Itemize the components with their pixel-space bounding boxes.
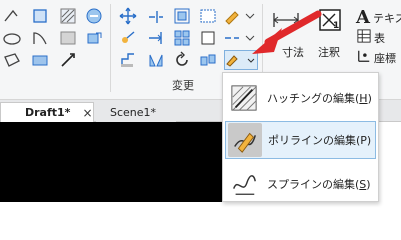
extend-icon[interactable] <box>146 28 166 48</box>
spline-edit-icon <box>227 167 261 201</box>
chevron-down-icon[interactable] <box>240 6 260 26</box>
ribbon-separator <box>110 4 111 92</box>
line-tool-icon[interactable] <box>2 6 22 26</box>
offset-icon[interactable] <box>172 6 192 26</box>
wipeout-icon[interactable] <box>84 28 104 48</box>
menu-item-edit-spline[interactable]: スプラインの編集(S) <box>225 165 376 203</box>
tab-draft1[interactable]: Draft1* × <box>0 102 94 122</box>
dimension-icon[interactable] <box>272 10 300 30</box>
table-icon[interactable] <box>356 28 372 44</box>
menu-item-label: ハッチングの編集(H) <box>267 92 372 105</box>
edit-object-dropdown-menu: ハッチングの編集(H) ポリラインの編集(P) スプラインの編集(S) <box>222 72 379 202</box>
drawing-canvas[interactable] <box>0 122 222 202</box>
array-icon[interactable] <box>172 28 192 48</box>
hatch-edit-icon <box>227 81 261 115</box>
fillet-icon[interactable] <box>198 6 218 26</box>
mirror-icon[interactable] <box>146 50 166 70</box>
polyline-edit-icon <box>228 123 262 157</box>
explode-icon[interactable] <box>198 50 218 70</box>
svg-text:A: A <box>355 7 371 25</box>
gradient-tool-icon[interactable] <box>58 28 78 48</box>
menu-item-label: ポリラインの編集(P) <box>268 134 372 147</box>
edit-object-dropdown-button[interactable] <box>224 50 258 70</box>
arc-tool-icon[interactable] <box>30 28 50 48</box>
svg-text:1: 1 <box>333 21 339 31</box>
annotation-label: 注釈 <box>318 46 340 59</box>
dimension-label: 寸法 <box>282 46 304 59</box>
close-icon[interactable]: × <box>82 106 92 120</box>
annotation-icon[interactable]: 1 <box>318 8 342 32</box>
circle-tool-icon[interactable] <box>2 28 22 48</box>
hatch-tool-icon[interactable] <box>58 6 78 26</box>
stretch-icon[interactable] <box>118 50 138 70</box>
table-tool-label[interactable]: 表 <box>374 30 385 46</box>
coordinate-icon[interactable] <box>356 48 372 64</box>
copy-icon[interactable] <box>118 28 138 48</box>
chevron-down-icon[interactable] <box>240 28 260 48</box>
tab-scene1[interactable]: Scene1* <box>96 102 176 122</box>
rectangle-tool-icon[interactable] <box>30 6 50 26</box>
menu-item-edit-hatch[interactable]: ハッチングの編集(H) <box>225 79 376 117</box>
tab-label: Scene1* <box>110 105 157 119</box>
rotate-icon[interactable] <box>172 50 192 70</box>
tab-label: Draft1* <box>25 106 71 119</box>
text-tool-label[interactable]: テキス <box>373 10 401 26</box>
scale-icon[interactable] <box>198 28 218 48</box>
break-icon[interactable] <box>222 28 242 48</box>
menu-item-label: スプラインの編集(S) <box>267 178 371 191</box>
text-icon[interactable]: A <box>354 6 374 26</box>
polyline-edit-icon <box>226 55 238 67</box>
menu-item-edit-polyline[interactable]: ポリラインの編集(P) <box>225 121 376 159</box>
erase-icon[interactable] <box>222 6 242 26</box>
chevron-down-icon <box>247 58 255 63</box>
region-tool-icon[interactable] <box>30 50 50 70</box>
move-icon[interactable] <box>118 6 138 26</box>
trim-icon[interactable] <box>146 6 166 26</box>
draw-order-icon[interactable] <box>58 50 78 70</box>
polygon-tool-icon[interactable] <box>2 50 22 70</box>
coordinate-tool-label[interactable]: 座標 <box>374 50 396 66</box>
boundary-icon[interactable] <box>84 6 104 26</box>
modify-group-label: 変更 <box>172 79 194 92</box>
